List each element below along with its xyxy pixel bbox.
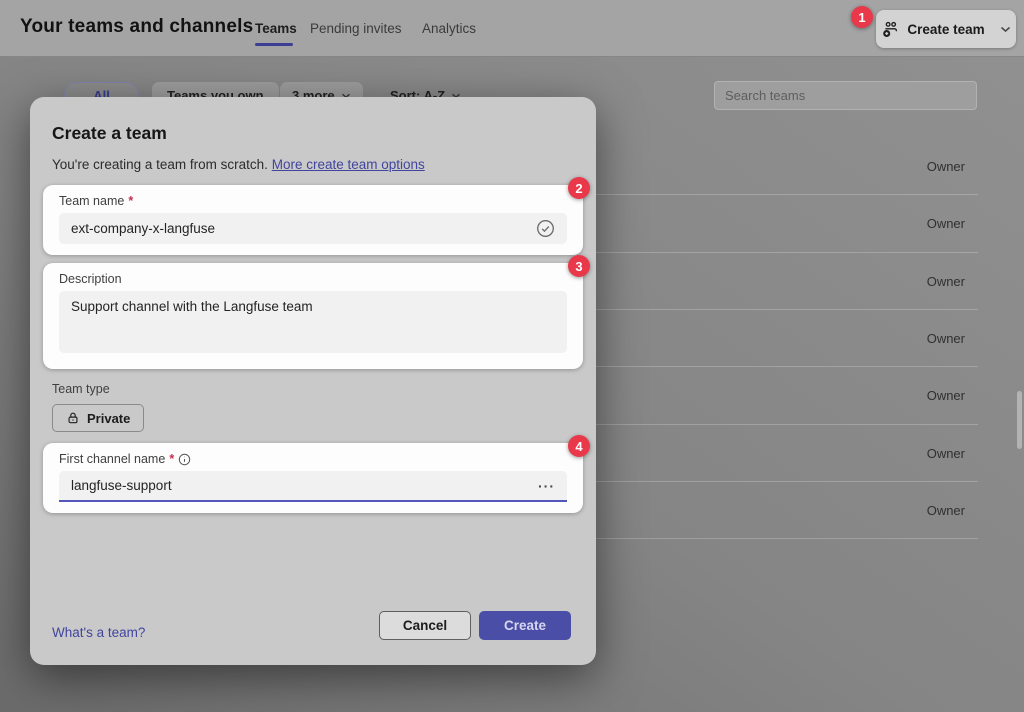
- team-name-label: Team name *: [59, 194, 567, 208]
- required-asterisk: *: [169, 452, 174, 466]
- first-channel-input[interactable]: [71, 478, 538, 493]
- team-row-owner: Owner: [927, 159, 965, 174]
- first-channel-label: First channel name *: [59, 452, 567, 466]
- more-create-options-link[interactable]: More create team options: [272, 157, 425, 172]
- active-tab-underline: [255, 43, 293, 46]
- teams-manage-page: Your teams and channels Teams Pending in…: [0, 0, 1024, 712]
- team-type-block: Team type Private: [52, 382, 583, 432]
- create-team-dialog: Create a team You're creating a team fro…: [30, 97, 596, 665]
- cancel-button[interactable]: Cancel: [379, 611, 471, 640]
- create-team-button[interactable]: Create team: [876, 10, 1016, 48]
- team-row-owner: Owner: [927, 331, 965, 346]
- tab-analytics[interactable]: Analytics: [422, 21, 476, 36]
- description-textarea[interactable]: Support channel with the Langfuse team: [59, 291, 567, 353]
- top-bar: Your teams and channels Teams Pending in…: [0, 0, 1024, 57]
- annotation-badge-1: 1: [851, 6, 873, 28]
- info-icon[interactable]: [178, 453, 191, 466]
- description-label-text: Description: [59, 272, 122, 286]
- dialog-subtitle: You're creating a team from scratch. Mor…: [52, 157, 583, 172]
- dialog-title: Create a team: [52, 123, 583, 144]
- tab-pending-invites[interactable]: Pending invites: [310, 21, 402, 36]
- team-row-owner: Owner: [927, 216, 965, 231]
- first-channel-field-card: 4 First channel name * ···: [43, 443, 583, 513]
- team-name-input[interactable]: [71, 221, 536, 236]
- description-field-card: 3 Description Support channel with the L…: [43, 263, 583, 369]
- lock-icon: [66, 411, 80, 425]
- annotation-badge-2: 2: [568, 177, 590, 199]
- dialog-footer: What's a team? Cancel Create: [43, 611, 583, 640]
- team-name-input-wrap: [59, 213, 567, 244]
- subtitle-text: You're creating a team from scratch.: [52, 157, 268, 172]
- create-team-label: Create team: [907, 22, 984, 37]
- required-asterisk: *: [128, 194, 133, 208]
- private-label: Private: [87, 411, 130, 426]
- team-row-owner: Owner: [927, 388, 965, 403]
- search-teams-input[interactable]: [714, 81, 977, 110]
- page-title: Your teams and channels: [20, 16, 253, 38]
- team-row-owner: Owner: [927, 446, 965, 461]
- team-type-private-button[interactable]: Private: [52, 404, 144, 432]
- team-row-owner: Owner: [927, 503, 965, 518]
- team-name-label-text: Team name: [59, 194, 124, 208]
- annotation-badge-4: 4: [568, 435, 590, 457]
- team-row-owner: Owner: [927, 274, 965, 289]
- description-label: Description: [59, 272, 567, 286]
- annotation-badge-3: 3: [568, 255, 590, 277]
- scrollbar-thumb[interactable]: [1017, 391, 1022, 449]
- create-button[interactable]: Create: [479, 611, 571, 640]
- create-team-icon: [881, 20, 900, 39]
- more-options-icon[interactable]: ···: [538, 478, 555, 494]
- tab-teams[interactable]: Teams: [255, 21, 297, 36]
- team-type-label: Team type: [52, 382, 583, 396]
- checkmark-circle-icon: [536, 219, 555, 238]
- whats-a-team-link[interactable]: What's a team?: [52, 625, 145, 640]
- chevron-down-icon: [1000, 26, 1011, 33]
- first-channel-input-wrap: ···: [59, 471, 567, 502]
- team-name-field-card: 2 Team name *: [43, 185, 583, 255]
- first-channel-label-text: First channel name: [59, 452, 165, 466]
- footer-buttons: Cancel Create: [379, 611, 571, 640]
- team-type-label-text: Team type: [52, 382, 110, 396]
